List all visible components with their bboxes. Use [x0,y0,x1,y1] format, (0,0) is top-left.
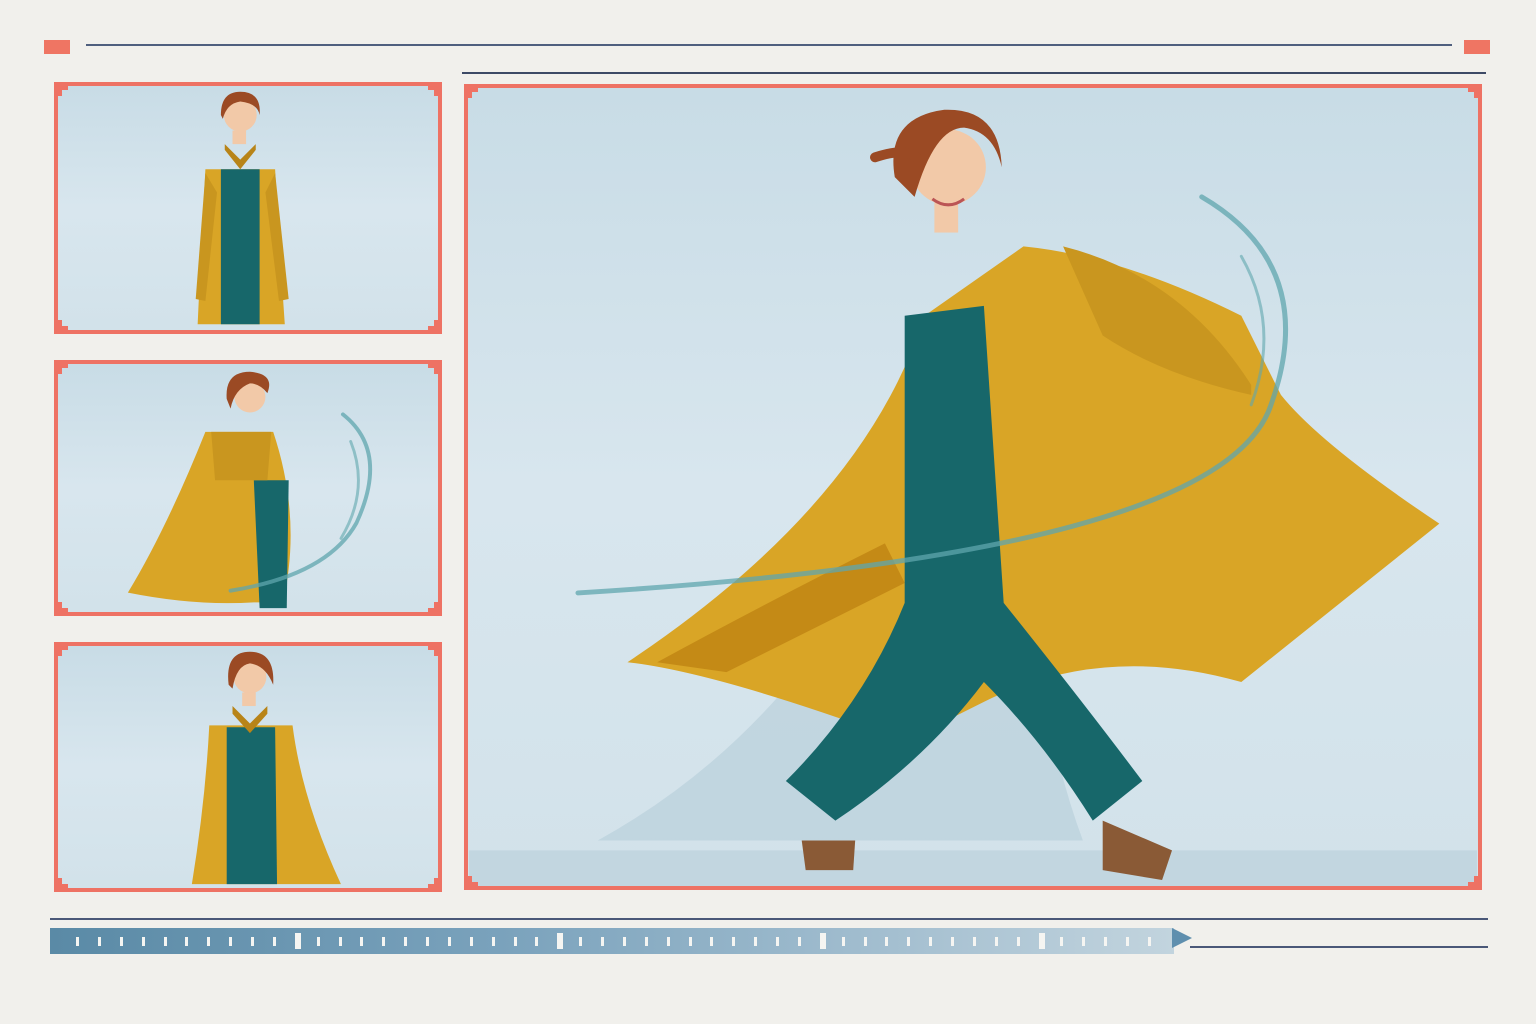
corner-bracket [428,646,438,656]
corner-bracket [468,876,478,886]
thumbnail-frame-2[interactable] [54,360,442,616]
timeline-tick [864,937,867,946]
corner-bracket [1468,88,1478,98]
corner-bracket [58,878,68,888]
timeline-scrubber[interactable] [50,928,1174,954]
timeline-tick [273,937,276,946]
timeline-tick [317,937,320,946]
timeline-tick [623,937,626,946]
timeline-tick [164,937,167,946]
timeline-tick [667,937,670,946]
timeline-tick [207,937,210,946]
timeline-tick [820,933,826,949]
timeline-tick [557,933,563,949]
turning-woman-image [127,371,373,609]
timeline-tick [710,937,713,946]
corner-bracket [428,878,438,888]
corner-bracket [58,364,68,374]
timeline-tick [776,937,779,946]
corner-bracket [58,86,68,96]
corner-bracket [58,646,68,656]
storyboard-editor [0,0,1536,1024]
timeline-tick [514,937,517,946]
timeline-tick [798,937,801,946]
corner-bracket [58,320,68,330]
timeline-tick [885,937,888,946]
timeline-tick [120,937,123,946]
corner-bracket [428,320,438,330]
standing-woman-image [195,91,289,325]
timeline-tick [360,937,363,946]
timeline-tick [1148,937,1151,946]
header-rule [86,44,1452,46]
timeline-tick [142,937,145,946]
main-preview-frame[interactable] [464,84,1482,890]
timeline-tick [1126,937,1129,946]
timeline-tick [732,937,735,946]
timeline-tick [579,937,582,946]
timeline-tick [951,937,954,946]
corner-bracket [468,88,478,98]
timeline-rule [50,918,1488,920]
timeline-tick [1039,933,1045,949]
timeline-tick [492,937,495,946]
timeline-tick [1104,937,1107,946]
timeline-tick [1060,937,1063,946]
timeline-tick [251,937,254,946]
timeline-end-rule [1190,946,1488,948]
corner-bracket [428,602,438,612]
corner-tab-left [44,40,70,54]
corner-bracket [58,602,68,612]
corner-bracket [428,86,438,96]
corner-tab-right [1464,40,1490,54]
timeline-tick [295,933,301,949]
timeline-tick [601,937,604,946]
timeline-tick [535,937,538,946]
corner-bracket [1468,876,1478,886]
timeline-tick [229,937,232,946]
timeline-tick [689,937,692,946]
timeline-tick [382,937,385,946]
preview-header-rule [462,72,1486,74]
timeline-tick [907,937,910,946]
corner-bracket [428,364,438,374]
timeline-tick [98,937,101,946]
timeline-tick [76,937,79,946]
smiling-woman-image [191,651,341,885]
timeline-tick [754,937,757,946]
thumbnail-frame-1[interactable] [54,82,442,334]
play-arrow-icon[interactable] [1172,928,1192,948]
timeline-tick [1017,937,1020,946]
timeline-tick [842,937,845,946]
timeline-tick [404,937,407,946]
timeline-tick [1082,937,1085,946]
timeline-tick [470,937,473,946]
timeline-tick [448,937,451,946]
timeline-tick [929,937,932,946]
timeline-tick [645,937,648,946]
timeline-tick [185,937,188,946]
walking-woman-image [469,109,1477,886]
timeline-tick [973,937,976,946]
timeline-tick [426,937,429,946]
thumbnail-frame-3[interactable] [54,642,442,892]
timeline-tick [995,937,998,946]
timeline-tick [339,937,342,946]
